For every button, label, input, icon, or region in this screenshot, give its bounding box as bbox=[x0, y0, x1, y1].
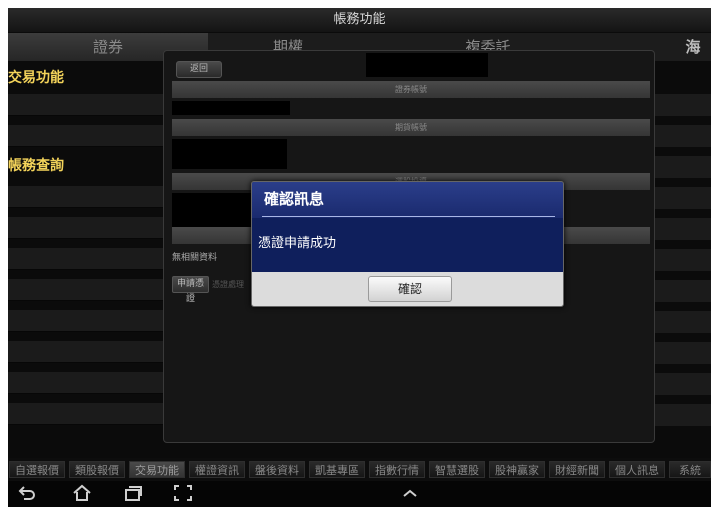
back-button[interactable]: 返回 bbox=[176, 61, 222, 78]
left-menu: 交易功能 帳務查詢 bbox=[8, 61, 168, 441]
left-menu-row[interactable] bbox=[8, 310, 168, 332]
bottom-tab[interactable]: 盤後資料 bbox=[249, 461, 305, 478]
left-menu-row[interactable] bbox=[8, 279, 168, 301]
recent-apps-icon[interactable] bbox=[118, 483, 148, 507]
left-menu-row[interactable] bbox=[8, 125, 168, 147]
bottom-tab[interactable]: 類股報價 bbox=[69, 461, 125, 478]
no-data-text: 無相關資料 bbox=[172, 253, 218, 263]
bottom-tab-bar: 自選報價 類股報價 交易功能 權證資訊 盤後資料 凱基專區 指數行情 智慧選股 … bbox=[8, 458, 711, 481]
redacted-field bbox=[172, 101, 290, 115]
window-title: 帳務功能 bbox=[8, 8, 711, 32]
bottom-tab[interactable]: 股神贏家 bbox=[489, 461, 545, 478]
right-menu-row[interactable] bbox=[653, 342, 711, 364]
app-screen: 帳務功能 證券 期權 複委託 海 交易功能 帳務查詢 返回 證券帳號 期貨帳號 … bbox=[8, 8, 711, 507]
left-menu-row[interactable] bbox=[8, 94, 168, 116]
screenshot-icon[interactable] bbox=[168, 483, 198, 507]
left-menu-row[interactable] bbox=[8, 372, 168, 394]
dialog-message: 憑證申請成功 bbox=[252, 218, 563, 272]
left-menu-row[interactable] bbox=[8, 403, 168, 425]
bottom-tab[interactable]: 個人訊息 bbox=[609, 461, 665, 478]
apply-certificate-button[interactable]: 申請憑證 bbox=[172, 276, 209, 304]
bottom-tab[interactable]: 智慧選股 bbox=[429, 461, 485, 478]
left-menu-row[interactable] bbox=[8, 186, 168, 208]
confirm-button[interactable]: 確認 bbox=[368, 276, 452, 302]
right-menu-row[interactable] bbox=[653, 249, 711, 271]
android-nav-bar bbox=[8, 481, 711, 507]
bottom-tab-active[interactable]: 交易功能 bbox=[129, 461, 185, 478]
left-menu-row[interactable] bbox=[8, 217, 168, 239]
dialog-divider bbox=[262, 216, 555, 217]
tab-overseas[interactable]: 海 bbox=[663, 33, 711, 61]
bottom-tab[interactable]: 系統 bbox=[669, 461, 711, 478]
section-account-title: 帳務查詢 bbox=[8, 158, 64, 174]
futures-account-header: 期貨帳號 bbox=[172, 119, 650, 136]
section-trade-title: 交易功能 bbox=[8, 70, 64, 86]
bottom-tab[interactable]: 財經新聞 bbox=[549, 461, 605, 478]
bottom-tab[interactable]: 自選報價 bbox=[9, 461, 65, 478]
right-menu bbox=[653, 61, 711, 441]
redacted-field bbox=[172, 193, 252, 227]
right-menu-row[interactable] bbox=[653, 187, 711, 209]
home-icon[interactable] bbox=[67, 483, 97, 507]
back-arrow-icon[interactable] bbox=[12, 483, 42, 507]
right-menu-row[interactable] bbox=[653, 156, 711, 178]
right-menu-row[interactable] bbox=[653, 94, 711, 116]
apply-certificate-hint: 憑證處理 bbox=[212, 280, 244, 289]
left-menu-row[interactable] bbox=[8, 341, 168, 363]
redacted-field bbox=[172, 139, 287, 169]
left-menu-row[interactable] bbox=[8, 248, 168, 270]
right-menu-row[interactable] bbox=[653, 125, 711, 147]
right-menu-row[interactable] bbox=[653, 218, 711, 240]
bottom-tab[interactable]: 權證資訊 bbox=[189, 461, 245, 478]
securities-account-header: 證券帳號 bbox=[172, 81, 650, 98]
bottom-tab[interactable]: 凱基專區 bbox=[309, 461, 365, 478]
right-menu-row[interactable] bbox=[653, 404, 711, 426]
right-menu-row[interactable] bbox=[653, 311, 711, 333]
dialog-title: 確認訊息 bbox=[252, 182, 563, 218]
dialog-footer: 確認 bbox=[252, 272, 563, 306]
right-menu-row[interactable] bbox=[653, 373, 711, 395]
right-menu-row[interactable] bbox=[653, 280, 711, 302]
redacted-field bbox=[366, 53, 488, 77]
bottom-tab[interactable]: 指數行情 bbox=[369, 461, 425, 478]
chevron-up-icon[interactable] bbox=[395, 483, 425, 507]
confirm-dialog: 確認訊息 憑證申請成功 確認 bbox=[251, 181, 564, 307]
